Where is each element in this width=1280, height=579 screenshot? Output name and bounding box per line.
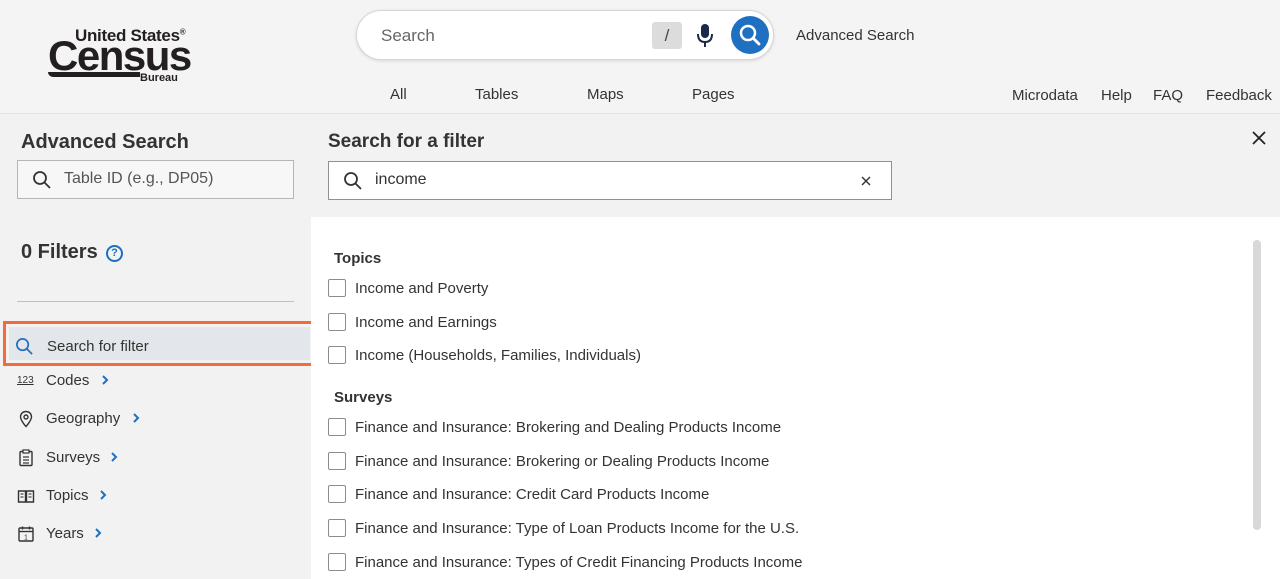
filter-search-input[interactable] xyxy=(375,171,835,189)
search-icon xyxy=(739,24,761,46)
chevron-right-icon xyxy=(133,413,140,423)
book-icon xyxy=(17,490,35,503)
search-icon xyxy=(344,172,362,190)
list-item[interactable]: Finance and Insurance: Types of Credit F… xyxy=(328,552,1228,572)
list-item[interactable]: Income (Households, Families, Individual… xyxy=(328,345,1228,365)
advanced-search-title: Advanced Search xyxy=(21,131,189,153)
tab-maps[interactable]: Maps xyxy=(587,86,624,103)
checkbox[interactable] xyxy=(328,485,346,503)
search-icon xyxy=(33,171,51,189)
filters-count: 0 Filters xyxy=(21,241,98,263)
list-item[interactable]: Income and Earnings xyxy=(328,312,1228,332)
option-label: Income (Households, Families, Individual… xyxy=(355,347,641,364)
checkbox[interactable] xyxy=(328,313,346,331)
group-heading-topics: Topics xyxy=(334,250,382,267)
filter-search-box xyxy=(328,161,892,200)
checkbox[interactable] xyxy=(328,553,346,571)
sidebar-item-surveys[interactable]: Surveys xyxy=(17,446,217,470)
census-logo[interactable]: United States® Census Bureau xyxy=(48,26,192,88)
list-item[interactable]: Finance and Insurance: Brokering and Dea… xyxy=(328,417,1228,437)
checkbox[interactable] xyxy=(328,519,346,537)
scrollbar-thumb[interactable] xyxy=(1253,240,1261,530)
help-circle-icon[interactable]: ? xyxy=(106,245,123,262)
logo-census: Census xyxy=(48,32,192,79)
microdata-link[interactable]: Microdata xyxy=(1012,87,1078,104)
sidebar-item-codes[interactable]: 123 Codes xyxy=(17,369,217,393)
option-label: Finance and Insurance: Brokering and Dea… xyxy=(355,419,782,436)
list-item[interactable]: Income and Poverty xyxy=(328,278,1228,298)
logo-swoosh xyxy=(48,72,140,77)
sidebar-item-topics[interactable]: Topics xyxy=(17,484,217,508)
checkbox[interactable] xyxy=(328,279,346,297)
sidebar-item-years[interactable]: 1 Years xyxy=(17,522,217,546)
option-label: Finance and Insurance: Brokering or Deal… xyxy=(355,453,770,470)
clear-icon[interactable] xyxy=(861,176,871,186)
clipboard-icon xyxy=(19,449,33,467)
group-heading-surveys: Surveys xyxy=(334,389,393,406)
search-button[interactable] xyxy=(731,16,769,54)
map-pin-icon xyxy=(19,410,33,428)
sidebar-item-label: Topics xyxy=(46,487,89,504)
list-item[interactable]: Finance and Insurance: Brokering or Deal… xyxy=(328,451,1228,471)
search-for-filter-background: Search for filter xyxy=(9,327,310,360)
checkbox[interactable] xyxy=(328,346,346,364)
option-label: Finance and Insurance: Types of Credit F… xyxy=(355,554,803,571)
advanced-search-sidebar: Advanced Search 0 Filters ? Search for f… xyxy=(0,115,316,579)
tab-tables[interactable]: Tables xyxy=(475,86,518,103)
chevron-right-icon xyxy=(102,375,109,385)
option-label: Income and Poverty xyxy=(355,280,489,297)
table-id-search xyxy=(17,160,294,199)
chevron-right-icon xyxy=(95,528,102,538)
filter-search-title: Search for a filter xyxy=(328,131,485,152)
list-item[interactable]: Finance and Insurance: Credit Card Produ… xyxy=(328,484,1228,504)
search-icon xyxy=(16,338,33,355)
checkbox[interactable] xyxy=(328,452,346,470)
search-for-filter-label: Search for filter xyxy=(47,338,149,355)
close-icon[interactable] xyxy=(1251,130,1267,146)
filter-search-header: Search for a filter xyxy=(311,115,1280,217)
shortcut-key: / xyxy=(652,22,682,49)
tab-all[interactable]: All xyxy=(390,86,407,103)
table-id-input[interactable] xyxy=(64,170,284,188)
tab-pages[interactable]: Pages xyxy=(692,86,735,103)
numbers-123-icon: 123 xyxy=(17,375,34,386)
sidebar-item-label: Years xyxy=(46,525,84,542)
global-search-box: / xyxy=(356,10,774,60)
search-for-filter-item[interactable]: Search for filter xyxy=(3,321,316,366)
sidebar-item-label: Codes xyxy=(46,372,90,389)
chevron-right-icon xyxy=(100,490,107,500)
faq-link[interactable]: FAQ xyxy=(1153,87,1183,104)
microphone-icon[interactable] xyxy=(695,23,715,49)
site-header: United States® Census Bureau / Advanced … xyxy=(0,0,1280,114)
calendar-day-text: 1 xyxy=(24,535,28,542)
help-link[interactable]: Help xyxy=(1101,87,1132,104)
checkbox[interactable] xyxy=(328,418,346,436)
global-search-input[interactable] xyxy=(381,23,641,49)
advanced-search-link[interactable]: Advanced Search xyxy=(796,27,914,44)
option-label: Finance and Insurance: Credit Card Produ… xyxy=(355,486,710,503)
sidebar-item-geography[interactable]: Geography xyxy=(17,407,217,431)
option-label: Finance and Insurance: Type of Loan Prod… xyxy=(355,520,800,537)
option-label: Income and Earnings xyxy=(355,314,497,331)
sidebar-item-label: Geography xyxy=(46,410,121,427)
calendar-icon: 1 xyxy=(18,526,34,542)
chevron-right-icon xyxy=(111,452,118,462)
logo-bureau: Bureau xyxy=(140,72,178,84)
list-item[interactable]: Finance and Insurance: Type of Loan Prod… xyxy=(328,518,1228,538)
divider xyxy=(17,301,294,302)
feedback-link[interactable]: Feedback xyxy=(1206,87,1272,104)
filter-results-list: Topics Income and Poverty Income and Ear… xyxy=(311,217,1280,579)
sidebar-item-label: Surveys xyxy=(46,449,101,466)
